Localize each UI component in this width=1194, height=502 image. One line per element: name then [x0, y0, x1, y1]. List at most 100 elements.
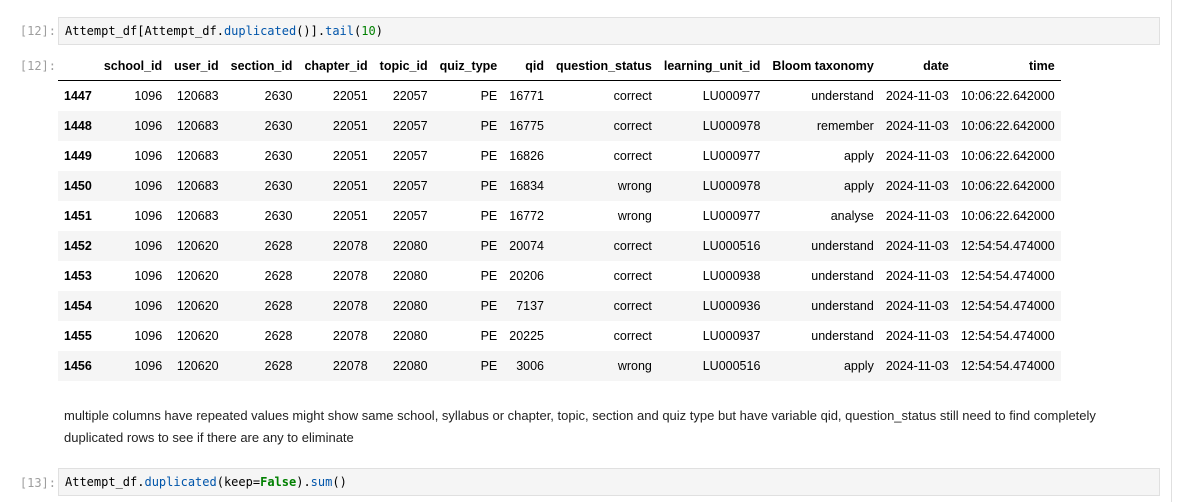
cell-quiz-type: PE: [480, 179, 498, 193]
cell-topic-id: 22057: [392, 149, 428, 163]
cell-section-id: 2628: [264, 239, 293, 253]
cell-time: 12:54:54.474000: [960, 239, 1055, 253]
cell-13-code-token: (): [332, 475, 347, 489]
cell-quiz-type: PE: [480, 89, 498, 103]
cell-qid: 16834: [509, 179, 545, 193]
cell-bloom-taxonomy: understand: [811, 269, 874, 283]
cell-chapter-id: 22051: [332, 89, 368, 103]
row-index: 1452: [64, 239, 92, 253]
cell-topic-id: 22057: [392, 119, 428, 133]
cell-question-status: wrong: [617, 359, 652, 373]
cell-topic-id: 22080: [392, 329, 428, 343]
cell-qid: 16771: [509, 89, 545, 103]
cell-chapter-id: 22078: [332, 359, 368, 373]
cell-quiz-type: PE: [480, 299, 498, 313]
cell-learning-unit-id: LU000938: [702, 269, 761, 283]
markdown-cell-text: multiple columns have repeated values mi…: [64, 408, 1096, 445]
column-header-time: time: [954, 52, 1061, 81]
cell-bloom-taxonomy: apply: [843, 359, 874, 373]
column-header-user-id: user_id: [168, 52, 225, 81]
row-index: 1455: [64, 329, 92, 343]
cell-section-id: 2630: [264, 209, 293, 223]
cell-chapter-id: 22078: [332, 239, 368, 253]
cell-bloom-taxonomy: apply: [843, 149, 874, 163]
cell-question-status: correct: [613, 149, 652, 163]
cell-section-id: 2630: [264, 119, 293, 133]
cell-12-code-editor[interactable]: Attempt_df[Attempt_df.duplicated()].tail…: [58, 17, 1160, 45]
cell-school-id: 1096: [134, 209, 163, 223]
cell-12-output-prompt: [12]:: [19, 59, 56, 73]
cell-quiz-type: PE: [480, 149, 498, 163]
cell-topic-id: 22057: [392, 209, 428, 223]
cell-topic-id: 22057: [392, 179, 428, 193]
cell-user-id: 120620: [176, 239, 219, 253]
row-index: 1456: [64, 359, 92, 373]
cell-qid: 20206: [509, 269, 545, 283]
row-index: 1454: [64, 299, 92, 313]
cell-school-id: 1096: [134, 239, 163, 253]
column-header-question-status: question_status: [550, 52, 658, 81]
cell-section-id: 2628: [264, 299, 293, 313]
dataframe-output-table: school_id user_id section_id chapter_id topi…: [58, 52, 1061, 381]
cell-12-code-token: Attempt_df[Attempt_df.: [65, 24, 224, 38]
notebook-scrollbar[interactable]: [1171, 0, 1194, 502]
cell-time: 10:06:22.642000: [960, 209, 1055, 223]
cell-user-id: 120620: [176, 359, 219, 373]
cell-date: 2024-11-03: [885, 209, 949, 223]
cell-13-code-token: False: [260, 475, 297, 489]
cell-topic-id: 22080: [392, 239, 428, 253]
cell-time: 12:54:54.474000: [960, 359, 1055, 373]
cell-chapter-id: 22051: [332, 209, 368, 223]
cell-12-code-token: ): [375, 24, 383, 38]
cell-school-id: 1096: [134, 269, 163, 283]
cell-quiz-type: PE: [480, 269, 498, 283]
cell-learning-unit-id: LU000977: [702, 209, 761, 223]
cell-question-status: wrong: [617, 209, 652, 223]
row-index: 1449: [64, 149, 92, 163]
cell-topic-id: 22080: [392, 299, 428, 313]
cell-bloom-taxonomy: apply: [843, 179, 874, 193]
row-index: 1447: [64, 89, 92, 103]
table-row: 1455 1096 120620 2628 22078 22080 PE 20225 corre…: [58, 321, 1061, 351]
cell-13-code-token: (keep=: [216, 475, 261, 489]
cell-question-status: correct: [613, 239, 652, 253]
cell-date: 2024-11-03: [885, 239, 949, 253]
cell-question-status: correct: [613, 89, 652, 103]
table-row: 1453 1096 120620 2628 22078 22080 PE 20206 corre…: [58, 261, 1061, 291]
cell-13-code-token: ).: [296, 475, 311, 489]
row-index: 1450: [64, 179, 92, 193]
cell-13-code-editor[interactable]: Attempt_df.duplicated(keep=False).sum(): [58, 468, 1160, 496]
cell-13-code-token: sum: [310, 475, 333, 489]
cell-qid: 16772: [509, 209, 545, 223]
cell-12-input-prompt: [12]:: [19, 24, 56, 38]
cell-section-id: 2630: [264, 179, 293, 193]
cell-question-status: correct: [613, 119, 652, 133]
cell-user-id: 120620: [176, 329, 219, 343]
cell-qid: 3006: [516, 359, 545, 373]
column-header-school-id: school_id: [97, 52, 169, 81]
cell-13-code-token: Attempt_df.: [65, 475, 145, 489]
table-row: 1451 1096 120683 2630 22051 22057 PE 16772 wrong…: [58, 201, 1061, 231]
cell-user-id: 120683: [176, 209, 219, 223]
cell-school-id: 1096: [134, 149, 163, 163]
cell-question-status: correct: [613, 299, 652, 313]
cell-learning-unit-id: LU000936: [702, 299, 761, 313]
cell-topic-id: 22057: [392, 89, 428, 103]
column-header-learning-unit-id: learning_unit_id: [657, 52, 767, 81]
cell-learning-unit-id: LU000516: [702, 239, 761, 253]
cell-chapter-id: 22051: [332, 119, 368, 133]
cell-date: 2024-11-03: [885, 329, 949, 343]
row-index: 1448: [64, 119, 92, 133]
cell-school-id: 1096: [134, 119, 163, 133]
cell-learning-unit-id: LU000977: [702, 89, 761, 103]
cell-school-id: 1096: [134, 179, 163, 193]
table-row: 1454 1096 120620 2628 22078 22080 PE 7137 correc…: [58, 291, 1061, 321]
cell-time: 10:06:22.642000: [960, 119, 1055, 133]
cell-12-code-token: tail: [325, 24, 355, 38]
table-row: 1456 1096 120620 2628 22078 22080 PE 3006 wrong L…: [58, 351, 1061, 381]
cell-bloom-taxonomy: understand: [811, 239, 874, 253]
cell-user-id: 120620: [176, 299, 219, 313]
column-header-bloom-taxonomy: Bloom taxonomy: [766, 52, 880, 81]
cell-time: 10:06:22.642000: [960, 89, 1055, 103]
cell-school-id: 1096: [134, 299, 163, 313]
